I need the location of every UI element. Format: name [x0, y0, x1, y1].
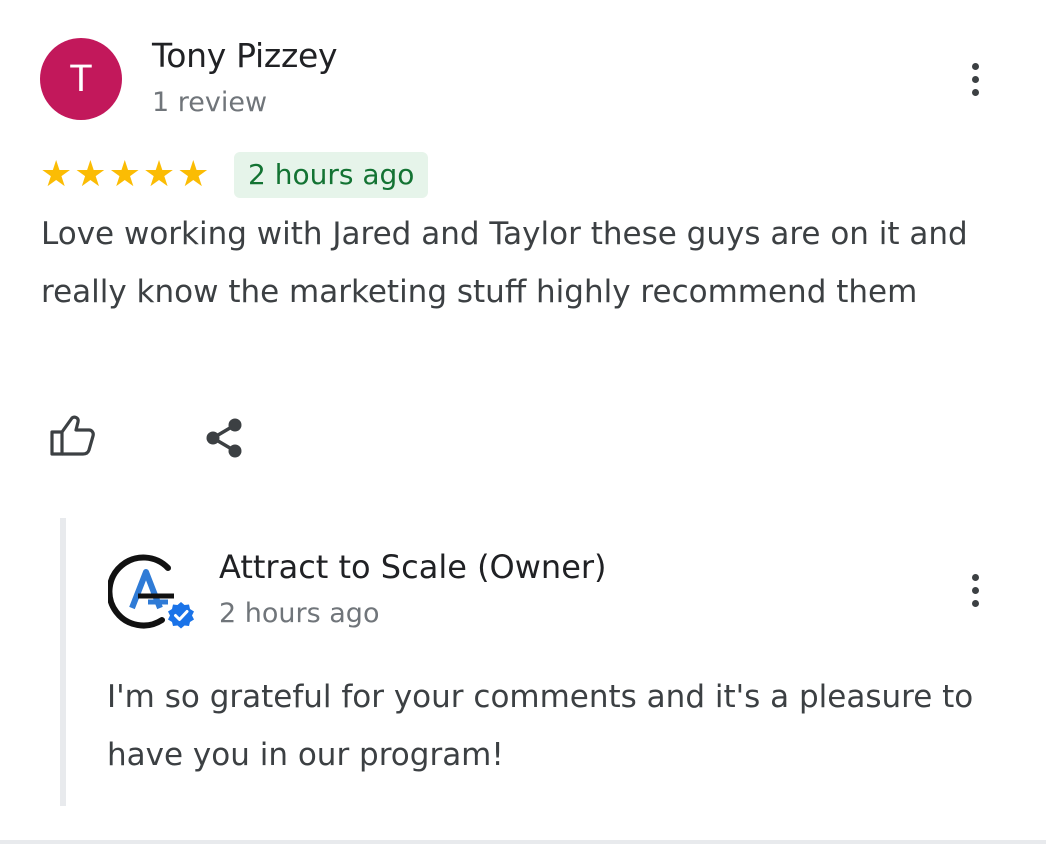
star-rating: ★ ★ ★ ★ ★	[40, 157, 209, 193]
owner-reply-time: 2 hours ago	[219, 598, 380, 629]
like-button[interactable]	[48, 412, 96, 462]
star-icon: ★	[74, 154, 107, 195]
reply-more-options-button[interactable]	[955, 570, 995, 610]
owner-reply-text: I'm so grateful for your comments and it…	[107, 679, 974, 773]
star-icon: ★	[142, 154, 176, 195]
reply-thread-line	[60, 518, 66, 806]
owner-name[interactable]: Attract to Scale (Owner)	[219, 548, 607, 586]
review-more-options-button[interactable]	[955, 59, 995, 99]
review-count: 1 review	[152, 87, 268, 118]
verified-badge-icon	[167, 601, 195, 629]
share-icon	[206, 418, 242, 458]
review-time-badge: 2 hours ago	[234, 152, 429, 198]
share-button[interactable]	[204, 417, 246, 463]
owner-avatar[interactable]	[106, 550, 195, 630]
more-vert-icon	[971, 573, 979, 581]
review-text: Love working with Jared and Taylor these…	[41, 216, 968, 310]
reviewer-name[interactable]: Tony Pizzey	[152, 36, 338, 75]
more-vert-icon	[971, 62, 979, 70]
star-icon: ★	[40, 154, 73, 195]
avatar-initial: T	[69, 57, 93, 100]
star-icon: ★	[108, 154, 141, 195]
thumbs-up-icon	[50, 415, 95, 456]
reviewer-avatar[interactable]: T	[40, 38, 122, 120]
bottom-divider	[0, 840, 1046, 844]
star-icon: ★	[177, 154, 210, 195]
